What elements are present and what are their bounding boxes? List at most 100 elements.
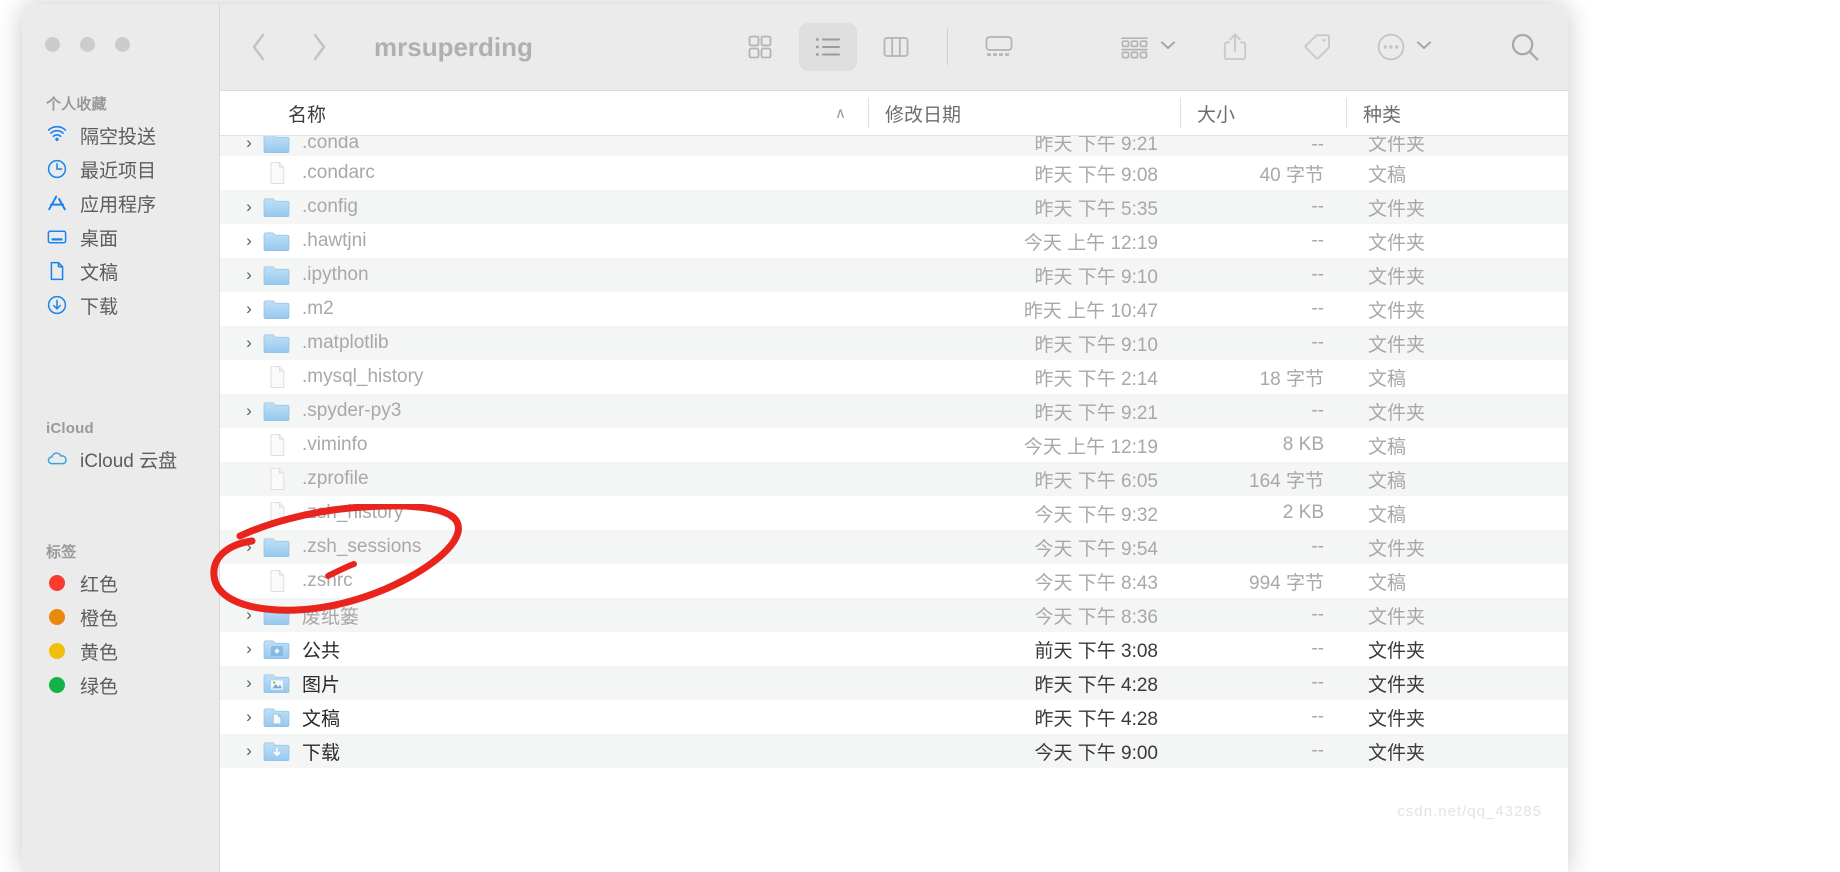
disclosure-triangle-icon[interactable]: › <box>236 639 262 659</box>
column-header-name[interactable]: 名称 ∧ <box>220 100 868 127</box>
file-name-cell[interactable]: › 公共 <box>220 636 868 663</box>
grid-view-button[interactable] <box>731 23 789 71</box>
file-name: .zsh_history <box>302 502 404 523</box>
file-kind: 文件夹 <box>1368 266 1426 288</box>
column-header-date[interactable]: 修改日期 <box>868 98 1180 128</box>
file-name-cell[interactable]: › .m2 <box>220 296 868 322</box>
sidebar-item-documents[interactable]: 文稿 <box>22 254 220 288</box>
gallery-view-button[interactable] <box>970 23 1028 71</box>
disclosure-triangle-icon[interactable]: › <box>236 673 262 693</box>
table-row[interactable]: › .conda 昨天 下午 9:21 -- 文件夹 <box>220 136 1568 156</box>
file-kind: 文件夹 <box>1368 136 1426 155</box>
file-name-cell[interactable]: › .matplotlib <box>220 330 868 356</box>
disclosure-triangle-icon[interactable]: › <box>236 707 262 727</box>
table-row[interactable]: › 图片 昨天 下午 4:28 -- 文件夹 <box>220 666 1568 700</box>
table-row[interactable]: › .m2 昨天 上午 10:47 -- 文件夹 <box>220 292 1568 326</box>
group-by-button[interactable] <box>1114 23 1182 71</box>
column-header-size[interactable]: 大小 <box>1180 98 1346 128</box>
disclosure-triangle-icon[interactable]: › <box>236 197 262 217</box>
disclosure-triangle-icon[interactable]: › <box>236 401 262 421</box>
file-name-cell[interactable]: › .spyder-py3 <box>220 398 868 424</box>
file-name-cell[interactable]: › .zsh_history <box>220 500 868 526</box>
file-kind: 文稿 <box>1368 504 1407 526</box>
sidebar-item-tag-orange[interactable]: 橙色 <box>22 600 220 634</box>
sidebar-item-tag-yellow[interactable]: 黄色 <box>22 634 220 668</box>
file-name-cell[interactable]: › .config <box>220 194 868 220</box>
disclosure-triangle-icon[interactable]: › <box>236 265 262 285</box>
file-size: -- <box>1311 230 1324 251</box>
more-actions-button[interactable] <box>1370 23 1438 71</box>
table-row[interactable]: › 公共 前天 下午 3:08 -- 文件夹 <box>220 632 1568 666</box>
table-row[interactable]: › .zsh_sessions 今天 下午 9:54 -- 文件夹 <box>220 530 1568 564</box>
sidebar-item-tag-green[interactable]: 绿色 <box>22 668 220 702</box>
search-button[interactable] <box>1496 23 1554 71</box>
file-name-cell[interactable]: › .zprofile <box>220 466 868 492</box>
disclosure-triangle-icon[interactable]: › <box>236 136 262 153</box>
forward-button[interactable] <box>298 26 340 68</box>
file-name-cell[interactable]: › .conda <box>220 136 868 156</box>
file-date: 昨天 下午 4:28 <box>1034 674 1158 696</box>
file-name-cell[interactable]: › .zshrc <box>220 568 868 594</box>
table-row[interactable]: › .ipython 昨天 下午 9:10 -- 文件夹 <box>220 258 1568 292</box>
sidebar-item-icloud-drive[interactable]: iCloud 云盘 <box>22 442 220 476</box>
file-name-cell[interactable]: › .hawtjni <box>220 228 868 254</box>
table-row[interactable]: › .zshrc 今天 下午 8:43 994 字节 文稿 <box>220 564 1568 598</box>
file-kind: 文稿 <box>1368 164 1407 186</box>
disclosure-triangle-icon[interactable]: › <box>236 741 262 761</box>
table-row[interactable]: › 文稿 昨天 下午 4:28 -- 文件夹 <box>220 700 1568 734</box>
sidebar-item-downloads[interactable]: 下载 <box>22 288 220 322</box>
sidebar-item-desktop[interactable]: 桌面 <box>22 220 220 254</box>
sidebar-item-applications[interactable]: 应用程序 <box>22 186 220 220</box>
sidebar-item-label: 黄色 <box>80 642 119 664</box>
file-name-cell[interactable]: › .condarc <box>220 160 868 186</box>
disclosure-triangle-icon[interactable]: › <box>236 537 262 557</box>
file-name: 下载 <box>302 742 341 764</box>
zoom-button[interactable] <box>115 37 130 52</box>
downloads-icon <box>46 294 68 316</box>
disclosure-triangle-icon[interactable]: › <box>236 231 262 251</box>
table-row[interactable]: › .matplotlib 昨天 下午 9:10 -- 文件夹 <box>220 326 1568 360</box>
table-row[interactable]: › .viminfo 今天 上午 12:19 8 KB 文稿 <box>220 428 1568 462</box>
back-button[interactable] <box>238 26 280 68</box>
sidebar-item-tag-red[interactable]: 红色 <box>22 566 220 600</box>
window-traffic-lights <box>45 37 130 52</box>
icloud-icon <box>46 448 68 470</box>
table-row[interactable]: › .config 昨天 下午 5:35 -- 文件夹 <box>220 190 1568 224</box>
table-row[interactable]: › .condarc 昨天 下午 9:08 40 字节 文稿 <box>220 156 1568 190</box>
file-name-cell[interactable]: › .viminfo <box>220 432 868 458</box>
file-name-cell[interactable]: › .mysql_history <box>220 364 868 390</box>
table-row[interactable]: › .zsh_history 今天 下午 9:32 2 KB 文稿 <box>220 496 1568 530</box>
sidebar-item-airdrop[interactable]: 隔空投送 <box>22 118 220 152</box>
sidebar-item-recents[interactable]: 最近项目 <box>22 152 220 186</box>
disclosure-triangle-icon[interactable]: › <box>236 605 262 625</box>
disclosure-triangle-icon[interactable]: › <box>236 333 262 353</box>
file-date: 今天 下午 9:32 <box>1034 504 1158 526</box>
file-size: -- <box>1311 136 1324 155</box>
table-row[interactable]: › 废纸篓 今天 下午 8:36 -- 文件夹 <box>220 598 1568 632</box>
file-kind: 文稿 <box>1368 572 1407 594</box>
file-list[interactable]: › .conda 昨天 下午 9:21 -- 文件夹 › .condarc 昨天 下午 9:0… <box>220 136 1568 872</box>
file-name-cell[interactable]: › 文稿 <box>220 704 868 731</box>
table-row[interactable]: › .mysql_history 昨天 下午 2:14 18 字节 文稿 <box>220 360 1568 394</box>
minimize-button[interactable] <box>80 37 95 52</box>
tag-button[interactable] <box>1288 23 1346 71</box>
file-name-cell[interactable]: › .zsh_sessions <box>220 534 868 560</box>
column-header-kind[interactable]: 种类 <box>1346 98 1568 128</box>
column-view-button[interactable] <box>867 23 925 71</box>
sidebar-section-tags: 标签 红色 橙色 黄色 绿色 <box>22 540 220 702</box>
file-name-cell[interactable]: › .ipython <box>220 262 868 288</box>
folder-icon <box>262 398 292 424</box>
disclosure-triangle-icon[interactable]: › <box>236 299 262 319</box>
table-row[interactable]: › .spyder-py3 昨天 下午 9:21 -- 文件夹 <box>220 394 1568 428</box>
table-row[interactable]: › .zprofile 昨天 下午 6:05 164 字节 文稿 <box>220 462 1568 496</box>
file-name: 文稿 <box>302 708 341 730</box>
file-name-cell[interactable]: › 废纸篓 <box>220 602 868 629</box>
file-icon <box>262 568 292 594</box>
table-row[interactable]: › 下载 今天 下午 9:00 -- 文件夹 <box>220 734 1568 768</box>
close-button[interactable] <box>45 37 60 52</box>
list-view-button[interactable] <box>799 23 857 71</box>
file-name-cell[interactable]: › 下载 <box>220 738 868 765</box>
file-name-cell[interactable]: › 图片 <box>220 670 868 697</box>
share-button[interactable] <box>1206 23 1264 71</box>
table-row[interactable]: › .hawtjni 今天 上午 12:19 -- 文件夹 <box>220 224 1568 258</box>
